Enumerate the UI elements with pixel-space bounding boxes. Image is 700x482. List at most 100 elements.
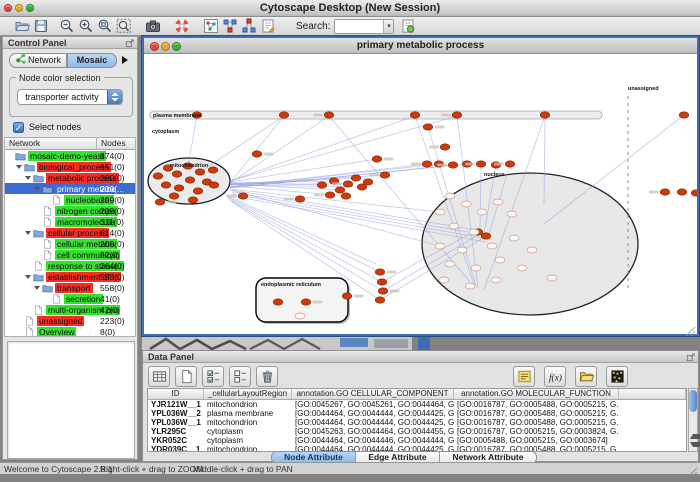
graph-node[interactable] (440, 144, 450, 150)
tree-row-unassigned[interactable]: unassigned223(0) (5, 315, 135, 326)
graph-ring-node[interactable] (435, 243, 445, 249)
scrollbar-thumb[interactable] (689, 390, 697, 412)
deselect-all-button[interactable] (229, 366, 251, 387)
graph-node[interactable] (363, 179, 373, 185)
graph-ring-node[interactable] (547, 275, 557, 281)
table-column-header[interactable]: annotation.GO MOLECULAR_FUNCTION (454, 389, 619, 399)
network-overview-icon[interactable] (203, 18, 219, 34)
tree-row-cellular-process[interactable]: cellular process614(0) (5, 227, 135, 238)
graph-ring-node[interactable] (457, 247, 467, 253)
graph-node[interactable] (193, 188, 203, 194)
expand-arrow-icon[interactable] (34, 187, 40, 191)
graph-ring-node[interactable] (445, 261, 455, 267)
scroll-down-icon[interactable] (690, 442, 700, 447)
graph-node[interactable] (679, 112, 689, 118)
graph-node[interactable] (273, 299, 283, 305)
graph-node[interactable] (238, 193, 248, 199)
tab-overflow-arrow-icon[interactable] (122, 56, 128, 64)
table-column-header[interactable]: _cellularLayoutRegion (204, 389, 292, 399)
search-input[interactable] (335, 20, 383, 31)
graph-node[interactable] (172, 171, 182, 177)
graph-node[interactable] (540, 112, 550, 118)
trash-button[interactable] (256, 366, 278, 387)
graph-node[interactable] (343, 181, 353, 187)
import-button[interactable] (575, 366, 597, 387)
table-scrollbar[interactable] (688, 388, 698, 452)
graph-node[interactable] (378, 288, 388, 294)
graph-node[interactable] (505, 161, 515, 167)
graph-node[interactable] (317, 182, 327, 188)
graph-node[interactable] (476, 161, 486, 167)
graph-ring-node[interactable] (487, 243, 497, 249)
float-panel-icon[interactable] (686, 352, 696, 362)
layout-organic-icon[interactable] (222, 18, 238, 34)
tree-row-primary-metabo[interactable]: primary metabo209(... (5, 183, 135, 194)
table-button[interactable] (148, 366, 170, 387)
tree-row-nucleobase-[interactable]: nucleobase-209(0) (5, 194, 135, 205)
expand-arrow-icon[interactable] (25, 275, 31, 279)
graph-node[interactable] (295, 196, 305, 202)
network-canvas[interactable]: plasma membranecytoplasmmitochondrionnuc… (144, 54, 697, 334)
graph-node[interactable] (423, 124, 433, 130)
tree-row-transport[interactable]: transport558(0) (5, 282, 135, 293)
tree-row-nitrogen-compo[interactable]: nitrogen compo209(0) (5, 205, 135, 216)
graph-node[interactable] (195, 169, 205, 175)
graph-ring-node[interactable] (493, 199, 503, 205)
expand-arrow-icon[interactable] (25, 176, 31, 180)
attribute-panel-button[interactable] (513, 366, 535, 387)
tree-row-cellular-metabo[interactable]: cellular metabo209(0) (5, 238, 135, 249)
zoom-out-icon[interactable] (59, 18, 75, 34)
tab-network[interactable]: Network (9, 53, 67, 68)
table-column-header[interactable]: ID (148, 389, 204, 399)
graph-node[interactable] (372, 156, 382, 162)
graph-node[interactable] (341, 193, 351, 199)
tree-row-multi-organism-pro[interactable]: multi-organism pro42(0) (5, 304, 135, 315)
graph-node[interactable] (335, 187, 345, 193)
graph-node[interactable] (660, 189, 670, 195)
table-row-ylr295c[interactable]: YLR295Ccytoplasm[GO:0045263, GO:0044464,… (148, 427, 686, 436)
graph-node[interactable] (153, 173, 163, 179)
graph-ring-node[interactable] (469, 229, 479, 235)
app-resize-grip[interactable] (688, 464, 698, 474)
table-row-ykr052c[interactable]: YKR052Ccytoplasm[GO:0044464, GO:0044446,… (148, 436, 686, 445)
tree-row-biological-process[interactable]: biological_process651(0) (5, 161, 135, 172)
graph-node[interactable] (252, 151, 262, 157)
annotation-icon[interactable] (260, 18, 276, 34)
window-resize-grip[interactable] (686, 323, 696, 333)
graph-node[interactable] (677, 189, 687, 195)
zoom-in-icon[interactable] (78, 18, 94, 34)
graph-node[interactable] (279, 112, 289, 118)
graph-node[interactable] (375, 297, 385, 303)
birdseye-view-panel[interactable] (7, 341, 135, 459)
expand-arrow-icon[interactable] (34, 286, 40, 290)
graph-ring-node[interactable] (507, 211, 517, 217)
graph-node[interactable] (155, 199, 165, 205)
graph-node[interactable] (188, 197, 198, 203)
graph-node[interactable] (691, 190, 697, 196)
graph-ring-node[interactable] (495, 257, 505, 263)
graph-node[interactable] (208, 167, 218, 173)
graph-node[interactable] (422, 161, 432, 167)
expand-arrow-icon[interactable] (25, 231, 31, 235)
graph-ring-node[interactable] (295, 313, 305, 319)
layout-tree-icon[interactable] (241, 18, 257, 34)
tree-row-cell-communicat[interactable]: cell communicat22(0) (5, 249, 135, 260)
graph-node[interactable] (174, 185, 184, 191)
scroll-up-icon[interactable] (690, 434, 700, 439)
tree-row-secretion[interactable]: secretion41(0) (5, 293, 135, 304)
advanced-search-icon[interactable] (400, 18, 416, 34)
tree-row-establishment-of-lo[interactable]: establishment of lo558(0) (5, 271, 135, 282)
graph-ring-node[interactable] (477, 209, 487, 215)
table-column-header[interactable]: annotation.GO CELLULAR_COMPONENT (292, 389, 454, 399)
graph-ring-node[interactable] (435, 209, 445, 215)
select-all-button[interactable] (202, 366, 224, 387)
tree-row-macromolecule[interactable]: macromolecule311(0) (5, 216, 135, 227)
new-page-button[interactable] (175, 366, 197, 387)
tree-row-mosaic-demo-yeast[interactable]: mosaic-demo-yeast874(0) (5, 150, 135, 161)
graph-node[interactable] (377, 279, 387, 285)
open-folder-icon[interactable] (14, 18, 30, 34)
tree-column-nodes[interactable]: Nodes (97, 138, 135, 149)
network-window-titlebar[interactable]: primary metabolic process (144, 38, 697, 54)
graph-ring-node[interactable] (461, 201, 471, 207)
graph-ring-node[interactable] (517, 265, 527, 271)
